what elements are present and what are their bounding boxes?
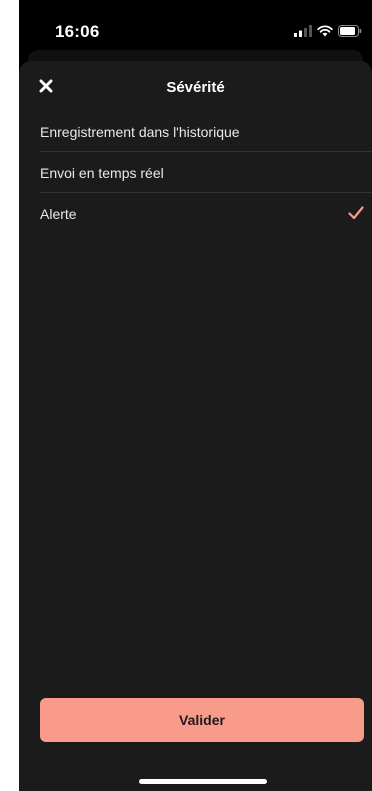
cellular-signal-icon [294, 24, 312, 42]
validate-button-label: Valider [179, 712, 225, 728]
option-alert[interactable]: Alerte [19, 193, 372, 234]
sheet-header: Sévérité [19, 61, 372, 111]
phone-screen: 16:06 Sévérité Enregistrement dans l'his… [19, 0, 372, 791]
battery-icon [338, 24, 362, 42]
status-time: 16:06 [55, 22, 100, 41]
option-label: Enregistrement dans l'historique [40, 123, 240, 140]
sheet-title: Sévérité [166, 79, 225, 96]
status-bar: 16:06 [19, 0, 372, 48]
option-label: Alerte [40, 205, 77, 222]
option-realtime-send[interactable]: Envoi en temps réel [19, 152, 372, 193]
checkmark-icon [348, 206, 364, 220]
severity-options-list: Enregistrement dans l'historique Envoi e… [19, 111, 372, 234]
option-history-recording[interactable]: Enregistrement dans l'historique [19, 111, 372, 152]
validate-button[interactable]: Valider [40, 698, 364, 742]
home-indicator [139, 779, 267, 784]
wifi-icon [317, 24, 333, 42]
severity-sheet: Sévérité Enregistrement dans l'historiqu… [19, 61, 372, 791]
status-icons [294, 24, 362, 42]
option-label: Envoi en temps réel [40, 164, 164, 181]
